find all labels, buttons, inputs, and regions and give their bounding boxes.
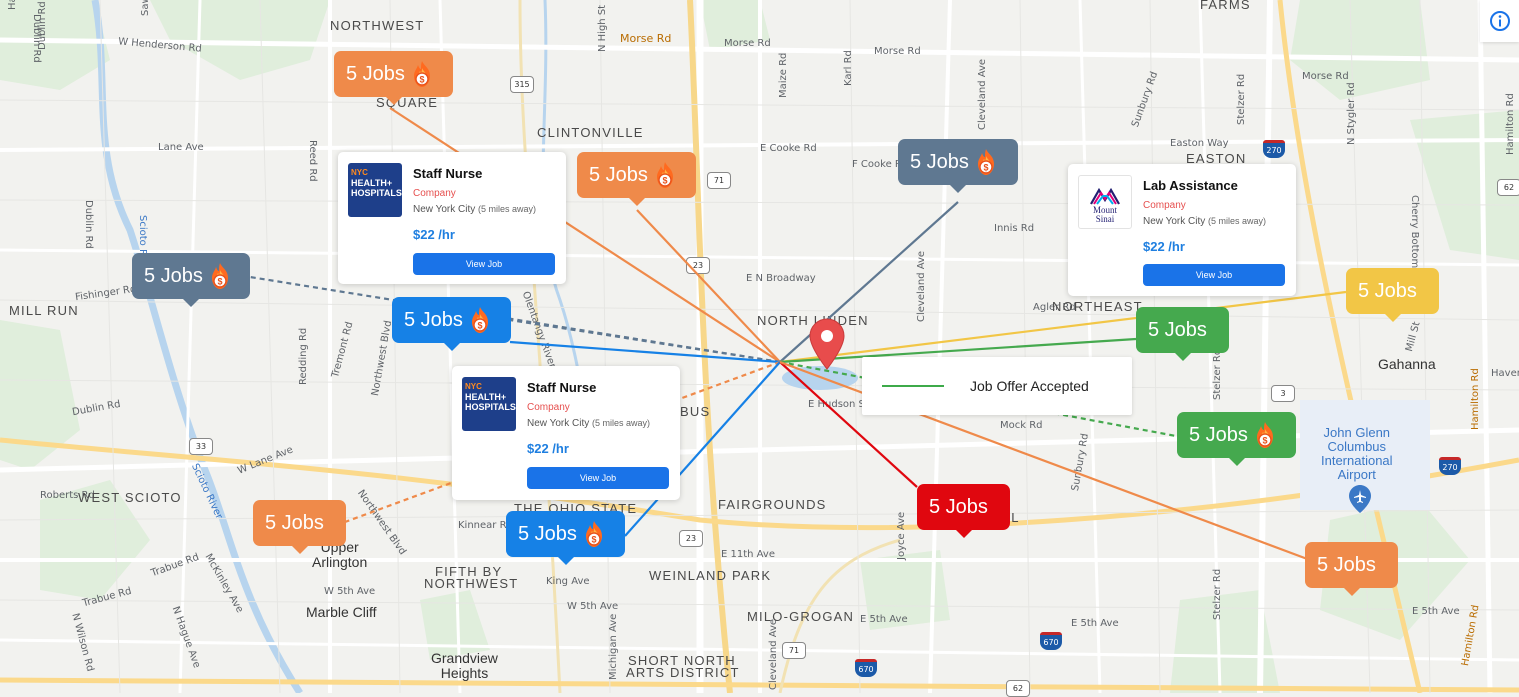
logo-text: Sinai	[1095, 214, 1115, 224]
job-location: New York City (5 miles away)	[1143, 216, 1266, 227]
view-job-button[interactable]: View Job	[1143, 264, 1285, 286]
job-count-label: 5 Jobs	[265, 511, 324, 534]
job-card[interactable]: Mount Sinai Lab Assistance Company New Y…	[1068, 164, 1296, 296]
job-bubble[interactable]: 5 Jobs $	[334, 51, 453, 105]
pay-rate: $22 /hr	[1143, 239, 1185, 254]
fire-dollar-icon: $	[411, 60, 433, 88]
job-bubble[interactable]: 5 Jobs	[253, 500, 346, 554]
legend-line-swatch	[882, 385, 944, 387]
connection-line	[509, 318, 781, 364]
job-bubble[interactable]: 5 Jobs $	[577, 152, 696, 206]
view-job-button[interactable]: View Job	[413, 253, 555, 275]
job-count-label: 5 Jobs	[346, 62, 405, 85]
logo-text: HOSPITALS	[351, 188, 402, 198]
job-count-label: 5 Jobs	[1358, 279, 1417, 302]
svg-text:$: $	[662, 176, 667, 186]
job-title: Staff Nurse	[527, 380, 597, 395]
connection-line	[779, 201, 959, 363]
job-card[interactable]: NYC HEALTH+ HOSPITALS Staff Nurse Compan…	[338, 152, 566, 284]
job-bubble[interactable]: 5 Jobs	[1136, 307, 1229, 361]
company-name: Company	[1143, 200, 1186, 211]
location-city: New York City	[413, 204, 476, 215]
location-distance: (5 miles away)	[478, 204, 537, 214]
job-count-label: 5 Jobs	[910, 150, 969, 173]
connection-line	[636, 209, 781, 363]
svg-text:$: $	[591, 535, 596, 545]
logo-text: HOSPITALS	[465, 402, 516, 412]
fire-dollar-icon: $	[583, 520, 605, 548]
job-bubble[interactable]: 5 Jobs	[917, 484, 1010, 538]
job-count-label: 5 Jobs	[1189, 423, 1248, 446]
legend-label: Job Offer Accepted	[970, 378, 1089, 394]
company-name: Company	[413, 188, 456, 199]
job-bubble[interactable]: 5 Jobs $	[1177, 412, 1296, 466]
logo-text: NYC	[465, 382, 482, 391]
job-count-label: 5 Jobs	[404, 308, 463, 331]
svg-text:$: $	[477, 321, 482, 331]
job-title: Staff Nurse	[413, 166, 483, 181]
logo-text: HEALTH+	[351, 178, 393, 188]
fire-dollar-icon: $	[975, 148, 997, 176]
job-location: New York City (5 miles away)	[527, 418, 650, 429]
job-count-label: 5 Jobs	[1317, 553, 1376, 576]
fire-dollar-icon: $	[469, 306, 491, 334]
nyc-health-hospitals-logo: NYC HEALTH+ HOSPITALS	[462, 377, 516, 431]
mount-sinai-logo: Mount Sinai	[1078, 175, 1132, 229]
connection-line	[249, 275, 781, 364]
view-job-button[interactable]: View Job	[527, 467, 669, 489]
svg-text:$: $	[1262, 436, 1267, 446]
job-connection-lines	[249, 107, 1347, 562]
svg-text:$: $	[419, 75, 424, 85]
svg-text:$: $	[217, 277, 222, 287]
logo-text: HEALTH+	[465, 392, 507, 402]
location-distance: (5 miles away)	[592, 418, 651, 428]
logo-text: NYC	[351, 168, 368, 177]
location-pin-icon[interactable]	[809, 318, 845, 370]
svg-text:$: $	[983, 163, 988, 173]
nyc-health-hospitals-logo: NYC HEALTH+ HOSPITALS	[348, 163, 402, 217]
location-distance: (5 miles away)	[1208, 216, 1267, 226]
pay-rate: $22 /hr	[527, 441, 569, 456]
fire-dollar-icon: $	[654, 161, 676, 189]
job-title: Lab Assistance	[1143, 178, 1238, 193]
location-city: New York City	[1143, 216, 1206, 227]
job-bubble[interactable]: 5 Jobs $	[132, 253, 250, 307]
job-count-label: 5 Jobs	[518, 522, 577, 545]
fire-dollar-icon: $	[1254, 421, 1276, 449]
job-bubble[interactable]: 5 Jobs $	[392, 297, 511, 351]
info-button[interactable]	[1480, 0, 1519, 42]
info-icon	[1489, 11, 1510, 31]
job-bubble[interactable]: 5 Jobs $	[898, 139, 1018, 193]
job-count-label: 5 Jobs	[589, 163, 648, 186]
map-legend: Job Offer Accepted	[862, 357, 1132, 415]
job-bubble[interactable]: 5 Jobs	[1346, 268, 1439, 322]
connection-line	[779, 290, 1347, 364]
job-bubble[interactable]: 5 Jobs	[1305, 542, 1398, 596]
job-count-label: 5 Jobs	[929, 495, 988, 518]
connection-line	[509, 340, 781, 364]
company-name: Company	[527, 402, 570, 413]
job-card[interactable]: NYC HEALTH+ HOSPITALS Staff Nurse Compan…	[452, 366, 680, 500]
job-count-label: 5 Jobs	[144, 264, 203, 287]
job-bubble[interactable]: 5 Jobs $	[506, 511, 625, 565]
job-count-label: 5 Jobs	[1148, 318, 1207, 341]
fire-dollar-icon: $	[209, 262, 231, 290]
location-city: New York City	[527, 418, 590, 429]
pay-rate: $22 /hr	[413, 227, 455, 242]
job-location: New York City (5 miles away)	[413, 204, 536, 215]
